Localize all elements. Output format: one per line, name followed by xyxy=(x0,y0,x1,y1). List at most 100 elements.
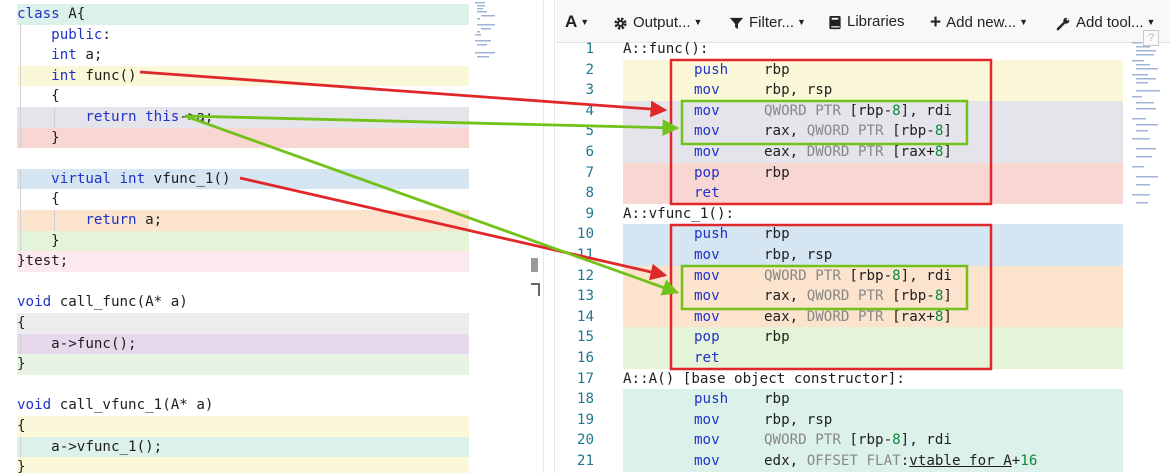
source-line[interactable]: } xyxy=(17,127,469,149)
source-line[interactable]: } xyxy=(17,230,469,252)
source-code-text: int func() xyxy=(51,67,137,84)
source-line[interactable]: public: xyxy=(17,24,469,46)
source-line[interactable]: void call_vfunc_1(A* a) xyxy=(17,395,469,416)
asm-operands: rbp xyxy=(764,329,790,346)
source-line[interactable]: { xyxy=(17,313,469,334)
asm-instruction-line[interactable]: 18 push rbp xyxy=(556,389,1123,410)
gear-icon xyxy=(614,16,627,30)
source-line[interactable]: virtual int vfunc_1() xyxy=(17,168,469,190)
chevron-down-icon: ▼ xyxy=(797,17,806,27)
asm-opcode: mov xyxy=(694,453,720,469)
plus-icon: + xyxy=(930,12,942,34)
source-line[interactable]: }test; xyxy=(17,251,469,272)
filter-icon xyxy=(729,17,744,29)
asm-instruction-line[interactable]: 8 ret xyxy=(556,183,1123,204)
indent-guide xyxy=(20,168,21,252)
indent-guide xyxy=(54,107,55,128)
line-number: 15 xyxy=(576,329,594,346)
pane-splitter[interactable] xyxy=(543,0,555,473)
language-button[interactable]: A ▼ xyxy=(565,11,589,33)
asm-opcode: mov xyxy=(694,123,720,140)
line-number: 4 xyxy=(585,102,594,119)
asm-label-line[interactable]: 9 A::vfunc_1(): xyxy=(556,204,1123,225)
line-number: 10 xyxy=(576,226,594,243)
asm-label-line[interactable]: 1 A::func(): xyxy=(556,39,1123,60)
asm-operands: rbp, rsp xyxy=(764,82,833,99)
compiler-toolbar: A ▼ Output... ▼ Filter... ▼ Libraries + Add … xyxy=(556,0,1170,43)
source-scrollbar-thumb[interactable] xyxy=(531,258,538,272)
libraries-label: Libraries xyxy=(847,13,905,30)
asm-instruction-line[interactable]: 21 mov edx, OFFSET FLAT:vtable for A+16 xyxy=(556,451,1123,472)
source-line[interactable]: } xyxy=(17,457,469,473)
source-line[interactable] xyxy=(17,374,469,396)
source-line[interactable]: a->func(); xyxy=(17,333,469,355)
asm-label-line[interactable]: 17 A::A() [base object constructor]: xyxy=(556,369,1123,390)
book-icon xyxy=(829,15,841,29)
asm-instruction-line[interactable]: 11 mov rbp, rsp xyxy=(556,245,1123,266)
output-button[interactable]: Output... ▼ xyxy=(613,11,702,33)
asm-instruction-line[interactable]: 14 mov eax, DWORD PTR [rax+8] xyxy=(556,306,1123,328)
asm-opcode: mov xyxy=(694,288,720,305)
asm-instruction-line[interactable]: 3 mov rbp, rsp xyxy=(556,80,1123,101)
source-code-text: { xyxy=(17,88,60,105)
asm-opcode: ret xyxy=(694,185,720,202)
add-new-button[interactable]: + Add new... ▼ xyxy=(930,11,1028,33)
chevron-down-icon: ▼ xyxy=(1146,17,1156,27)
add-tool-label: Add tool... xyxy=(1076,14,1144,31)
source-code-text: } xyxy=(17,356,26,373)
line-number: 16 xyxy=(576,350,594,366)
source-code-text: { xyxy=(17,418,26,434)
line-number: 3 xyxy=(585,82,594,99)
asm-instruction-line[interactable]: 4 mov QWORD PTR [rbp-8], rdi xyxy=(556,100,1123,122)
indent-guide xyxy=(54,210,55,231)
source-line[interactable] xyxy=(17,148,469,169)
source-line[interactable]: int a; xyxy=(17,45,469,66)
asm-instruction-line[interactable]: 2 push rbp xyxy=(556,59,1123,81)
asm-instruction-line[interactable]: 13 mov rax, QWORD PTR [rbp-8] xyxy=(556,286,1123,307)
asm-instruction-line[interactable]: 7 pop rbp xyxy=(556,162,1123,184)
source-line[interactable]: class A{ xyxy=(17,4,469,25)
source-code-text: } xyxy=(17,129,60,146)
source-code-text: void call_vfunc_1(A* a) xyxy=(17,397,214,414)
line-number: 18 xyxy=(576,391,594,408)
source-line[interactable] xyxy=(17,271,469,293)
asm-opcode: mov xyxy=(694,308,720,325)
source-code-text: void call_func(A* a) xyxy=(17,294,188,311)
line-number: 21 xyxy=(576,453,594,469)
source-editor[interactable]: class A{ public: int a; int func() { ret… xyxy=(0,0,540,473)
filter-button[interactable]: Filter... ▼ xyxy=(729,11,806,33)
source-line[interactable]: void call_func(A* a) xyxy=(17,292,469,313)
source-line[interactable]: { xyxy=(17,86,469,107)
source-line[interactable]: a->vfunc_1(); xyxy=(17,436,469,458)
asm-operands: rbp, rsp xyxy=(764,247,833,263)
source-code-text: virtual int vfunc_1() xyxy=(51,170,231,187)
asm-operands: eax, DWORD PTR [rax+8] xyxy=(764,144,952,160)
asm-operands: QWORD PTR [rbp-8], rdi xyxy=(764,267,952,284)
wrench-icon xyxy=(1056,17,1070,30)
source-line[interactable]: return a; xyxy=(17,210,469,231)
source-line[interactable]: } xyxy=(17,354,469,375)
asm-operands: rbp xyxy=(764,164,790,181)
add-tool-button[interactable]: Add tool... ▼ xyxy=(1056,11,1155,33)
source-line[interactable]: { xyxy=(17,416,469,437)
source-line[interactable]: return this->a; xyxy=(17,107,469,128)
asm-instruction-line[interactable]: 20 mov QWORD PTR [rbp-8], rdi xyxy=(556,430,1123,451)
asm-opcode: pop xyxy=(694,329,720,346)
asm-instruction-line[interactable]: 5 mov rax, QWORD PTR [rbp-8] xyxy=(556,121,1123,142)
asm-instruction-line[interactable]: 16 ret xyxy=(556,348,1123,369)
asm-instruction-line[interactable]: 10 push rbp xyxy=(556,224,1123,245)
asm-instruction-line[interactable]: 19 mov rbp, rsp xyxy=(556,409,1123,431)
assembly-minimap[interactable] xyxy=(1126,38,1170,208)
libraries-button[interactable]: Libraries xyxy=(828,11,905,33)
asm-operands: QWORD PTR [rbp-8], rdi xyxy=(764,102,952,119)
line-number: 13 xyxy=(576,288,594,305)
asm-instruction-line[interactable]: 6 mov eax, DWORD PTR [rax+8] xyxy=(556,142,1123,163)
help-icon[interactable]: ? xyxy=(1143,30,1159,46)
line-number: 8 xyxy=(585,185,594,202)
asm-instruction-line[interactable]: 12 mov QWORD PTR [rbp-8], rdi xyxy=(556,265,1123,287)
asm-instruction-line[interactable]: 15 pop rbp xyxy=(556,327,1123,348)
source-minimap[interactable] xyxy=(473,0,533,70)
source-line[interactable]: { xyxy=(17,189,469,210)
source-line[interactable]: int func() xyxy=(17,65,469,87)
add-new-label: Add new... xyxy=(946,14,1017,31)
